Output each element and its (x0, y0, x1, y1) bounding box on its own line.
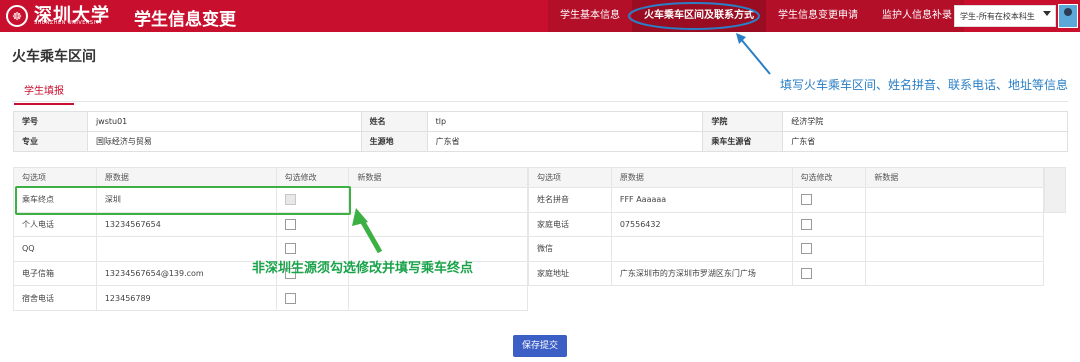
annotation-bottom-note: 非深圳生源须勾选修改并填写乘车终点 (252, 261, 474, 276)
blue-arrow-line (739, 37, 771, 75)
annotation-top-note: 填写火车乘车区间、姓名拼音、联系电话、地址等信息 (780, 78, 1069, 92)
annotation-overlay (352, 2, 771, 254)
nav-highlight-ellipse (628, 2, 760, 30)
